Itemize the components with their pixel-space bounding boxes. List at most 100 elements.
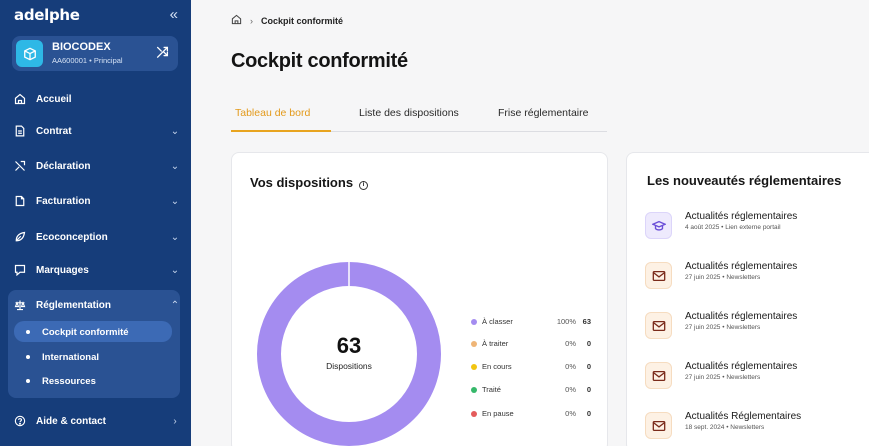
- mail-icon: [645, 412, 672, 439]
- legend-percent: 0%: [565, 409, 576, 418]
- help-icon: [12, 415, 36, 427]
- news-item-date: 27 juin 2025: [685, 274, 721, 281]
- sidebar-item-label: Réglementation: [36, 299, 112, 311]
- sidebar-item-label: Contrat: [36, 125, 72, 137]
- adelphe-logo[interactable]: adelphe: [14, 6, 80, 24]
- sidebar-subitem-label: Cockpit conformité: [42, 326, 129, 338]
- scale-icon: [12, 299, 36, 311]
- chevron-up-icon: ⌃: [170, 299, 180, 311]
- invoice-icon: [12, 195, 36, 207]
- legend-value: 0: [586, 362, 591, 371]
- sidebar-item-declaration[interactable]: Déclaration ⌄: [12, 155, 182, 177]
- collapse-sidebar-icon[interactable]: «: [170, 6, 178, 23]
- graduation-cap-icon: [645, 212, 672, 239]
- sidebar-subitem-ressources[interactable]: Ressources: [22, 371, 172, 391]
- organization-switcher[interactable]: BIOCODEX AA600001 • Principal: [12, 36, 178, 71]
- info-icon[interactable]: i: [359, 181, 369, 190]
- breadcrumb-current: Cockpit conformité: [261, 15, 344, 26]
- sidebar-item-label: Facturation: [36, 195, 91, 207]
- legend-dot: [471, 341, 477, 347]
- sidebar-subitem-label: Ressources: [42, 375, 96, 387]
- tab-bar: Tableau de bord Liste des dispositions F…: [231, 104, 607, 132]
- news-item-source: Newsletters: [726, 324, 761, 331]
- news-item-source: Lien externe portail: [725, 224, 781, 231]
- legend-row-en-pause[interactable]: En pause 0% 0: [471, 409, 591, 421]
- sidebar-item-aide-contact[interactable]: Aide & contact ›: [12, 410, 182, 432]
- chevron-down-icon: ⌄: [170, 264, 180, 276]
- sidebar-item-contrat[interactable]: Contrat ⌄: [12, 120, 182, 142]
- legend-percent: 0%: [565, 362, 576, 371]
- news-item-title: Actualités réglementaires: [685, 311, 798, 322]
- shuffle-icon[interactable]: [156, 45, 169, 61]
- sidebar-item-ecoconception[interactable]: Ecoconception ⌄: [12, 226, 182, 248]
- dispositions-card: Vos dispositions i 63 Dispositions À clas…: [231, 152, 608, 446]
- news-item-title: Actualités réglementaires: [685, 361, 798, 372]
- active-tab-indicator: [231, 130, 331, 132]
- legend-row-a-traiter[interactable]: À traiter 0% 0: [471, 339, 591, 351]
- news-item-date: 27 juin 2025: [685, 374, 721, 381]
- news-item-date: 18 sept. 2024: [685, 424, 725, 431]
- bullet-icon: [26, 330, 30, 334]
- tag-icon: [12, 264, 36, 276]
- breadcrumb-separator: ›: [250, 15, 253, 26]
- news-item-title: Actualités Réglementaires: [685, 411, 802, 422]
- main-content: › Cockpit conformité Cockpit conformité …: [191, 0, 869, 446]
- legend-row-traite[interactable]: Traité 0% 0: [471, 385, 591, 397]
- org-name: BIOCODEX: [52, 41, 111, 53]
- page-title: Cockpit conformité: [231, 50, 408, 72]
- chevron-down-icon: ⌄: [170, 231, 180, 243]
- legend-row-a-classer[interactable]: À classer 100% 63: [471, 317, 591, 329]
- breadcrumb: › Cockpit conformité: [231, 14, 343, 27]
- sidebar-item-reglementation[interactable]: Réglementation ⌃: [12, 294, 182, 316]
- bullet-icon: [26, 379, 30, 383]
- sidebar: adelphe « BIOCODEX AA600001 • Principal …: [0, 0, 191, 446]
- news-item[interactable]: Actualités réglementaires 27 juin 2025 •…: [645, 309, 865, 343]
- home-icon[interactable]: [231, 14, 242, 27]
- news-title: Les nouveautés réglementaires: [647, 173, 842, 188]
- news-item-meta: 4 août 2025 • Lien externe portail: [685, 224, 781, 231]
- chevron-down-icon: ⌄: [170, 160, 180, 172]
- legend-row-en-cours[interactable]: En cours 0% 0: [471, 362, 591, 374]
- news-item[interactable]: Actualités Réglementaires 18 sept. 2024 …: [645, 409, 865, 443]
- legend-label: En pause: [482, 409, 514, 418]
- news-item[interactable]: Actualités réglementaires 27 juin 2025 •…: [645, 259, 865, 293]
- org-subtitle: AA600001 • Principal: [52, 56, 123, 65]
- news-item-title: Actualités réglementaires: [685, 261, 798, 272]
- sidebar-item-marquages[interactable]: Marquages ⌄: [12, 259, 182, 281]
- chevron-down-icon: ⌄: [170, 125, 180, 137]
- donut-total-label: Dispositions: [326, 361, 372, 371]
- sidebar-subitem-international[interactable]: International: [22, 347, 172, 367]
- news-item-source: Newsletters: [730, 424, 765, 431]
- legend-value: 0: [586, 339, 591, 348]
- tab-frise-reglementaire[interactable]: Frise réglementaire: [498, 107, 588, 119]
- news-item[interactable]: Actualités réglementaires 27 juin 2025 •…: [645, 359, 865, 393]
- sidebar-item-label: Marquages: [36, 264, 89, 276]
- legend-percent: 0%: [565, 339, 576, 348]
- chevron-down-icon: ⌄: [170, 195, 180, 207]
- legend-value: 63: [582, 317, 591, 326]
- sidebar-item-label: Ecoconception: [36, 231, 108, 243]
- news-item-meta: 18 sept. 2024 • Newsletters: [685, 424, 765, 431]
- tab-tableau-de-bord[interactable]: Tableau de bord: [235, 107, 310, 119]
- mail-icon: [645, 362, 672, 389]
- legend-value: 0: [586, 385, 591, 394]
- legend-dot: [471, 387, 477, 393]
- legend-dot: [471, 364, 477, 370]
- news-item-date: 4 août 2025: [685, 224, 720, 231]
- sidebar-subitem-cockpit[interactable]: Cockpit conformité: [22, 322, 172, 342]
- news-item-meta: 27 juin 2025 • Newsletters: [685, 374, 761, 381]
- logo-row: adelphe «: [14, 6, 184, 28]
- news-item[interactable]: Actualités réglementaires 4 août 2025 • …: [645, 209, 865, 243]
- legend-dot: [471, 411, 477, 417]
- sidebar-item-label: Déclaration: [36, 160, 91, 172]
- donut-total: 63: [336, 333, 362, 358]
- legend-value: 0: [586, 409, 591, 418]
- sidebar-item-facturation[interactable]: Facturation ⌄: [12, 190, 182, 212]
- news-item-source: Newsletters: [726, 374, 761, 381]
- tab-liste-des-dispositions[interactable]: Liste des dispositions: [359, 107, 459, 119]
- declaration-icon: [12, 160, 36, 172]
- legend-dot: [471, 319, 477, 325]
- sidebar-item-accueil[interactable]: Accueil: [12, 88, 182, 110]
- news-item-meta: 27 juin 2025 • Newsletters: [685, 324, 761, 331]
- news-item-date: 27 juin 2025: [685, 324, 721, 331]
